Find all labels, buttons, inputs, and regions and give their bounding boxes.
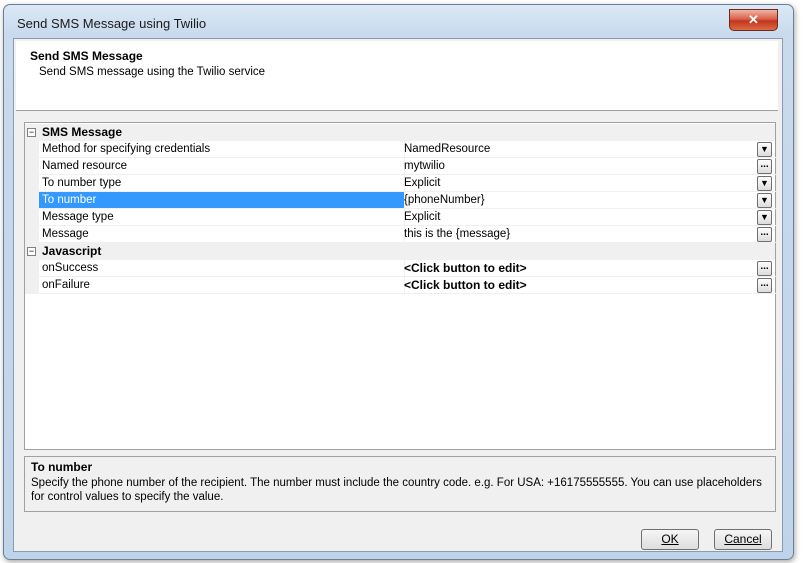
- header-panel: Send SMS Message Send SMS message using …: [16, 41, 778, 111]
- dropdown-arrow-icon[interactable]: ▼: [757, 210, 772, 225]
- help-panel: To number Specify the phone number of th…: [24, 456, 776, 512]
- cancel-button[interactable]: Cancel: [714, 529, 772, 550]
- property-value[interactable]: Explicit: [402, 209, 776, 226]
- category-label: SMS Message: [42, 125, 123, 139]
- dialog-client-area: Send SMS Message Send SMS message using …: [13, 38, 783, 552]
- property-name[interactable]: onSuccess: [39, 260, 405, 277]
- property-name[interactable]: Named resource: [39, 158, 405, 175]
- ellipsis-icon[interactable]: ...: [757, 227, 772, 242]
- property-value[interactable]: NamedResource: [402, 141, 776, 158]
- category-sms-message[interactable]: − SMS Message: [25, 124, 775, 141]
- dropdown-arrow-icon[interactable]: ▼: [757, 176, 772, 191]
- property-value[interactable]: Explicit: [402, 175, 776, 192]
- ok-button[interactable]: OK: [641, 529, 699, 550]
- property-name-selected[interactable]: To number: [39, 192, 405, 209]
- property-row-to-number-type[interactable]: To number type Explicit ▼: [25, 175, 776, 192]
- header-subtitle: Send SMS message using the Twilio servic…: [39, 66, 266, 78]
- property-name[interactable]: To number type: [39, 175, 405, 192]
- ellipsis-icon[interactable]: ...: [757, 159, 772, 174]
- help-title: To number: [31, 460, 93, 474]
- property-row-onfailure[interactable]: onFailure <Click button to edit> ...: [25, 277, 776, 294]
- property-row-named-resource[interactable]: Named resource mytwilio ...: [25, 158, 776, 175]
- header-title: Send SMS Message: [30, 49, 143, 63]
- property-value[interactable]: {phoneNumber}: [402, 192, 776, 209]
- property-row-message-type[interactable]: Message type Explicit ▼: [25, 209, 776, 226]
- property-value[interactable]: this is the {message}: [402, 226, 776, 243]
- close-button[interactable]: ✕: [729, 9, 778, 31]
- close-icon: ✕: [748, 12, 759, 27]
- window-title: Send SMS Message using Twilio: [17, 16, 207, 31]
- property-name[interactable]: Message: [39, 226, 405, 243]
- property-row-onsuccess[interactable]: onSuccess <Click button to edit> ...: [25, 260, 776, 277]
- property-value[interactable]: mytwilio: [402, 158, 776, 175]
- category-javascript[interactable]: − Javascript: [25, 243, 775, 260]
- property-row-credentials-method[interactable]: Method for specifying credentials NamedR…: [25, 141, 776, 158]
- property-name[interactable]: Message type: [39, 209, 405, 226]
- property-name[interactable]: Method for specifying credentials: [39, 141, 405, 158]
- category-label: Javascript: [42, 244, 102, 258]
- collapse-icon[interactable]: −: [27, 247, 36, 256]
- collapse-icon[interactable]: −: [27, 128, 36, 137]
- ellipsis-icon[interactable]: ...: [757, 278, 772, 293]
- property-grid: − SMS Message Method for specifying cred…: [24, 122, 776, 450]
- property-row-message[interactable]: Message this is the {message} ...: [25, 226, 776, 243]
- dropdown-arrow-icon[interactable]: ▼: [757, 142, 772, 157]
- property-value[interactable]: <Click button to edit>: [402, 260, 776, 277]
- help-description: Specify the phone number of the recipien…: [31, 477, 762, 503]
- property-row-to-number[interactable]: To number {phoneNumber} ▼: [25, 192, 776, 209]
- property-value[interactable]: <Click button to edit>: [402, 277, 776, 294]
- dropdown-arrow-icon[interactable]: ▼: [757, 193, 772, 208]
- ellipsis-icon[interactable]: ...: [757, 261, 772, 276]
- dialog-window: Send SMS Message using Twilio ✕ Send SMS…: [3, 4, 794, 560]
- property-name[interactable]: onFailure: [39, 277, 405, 294]
